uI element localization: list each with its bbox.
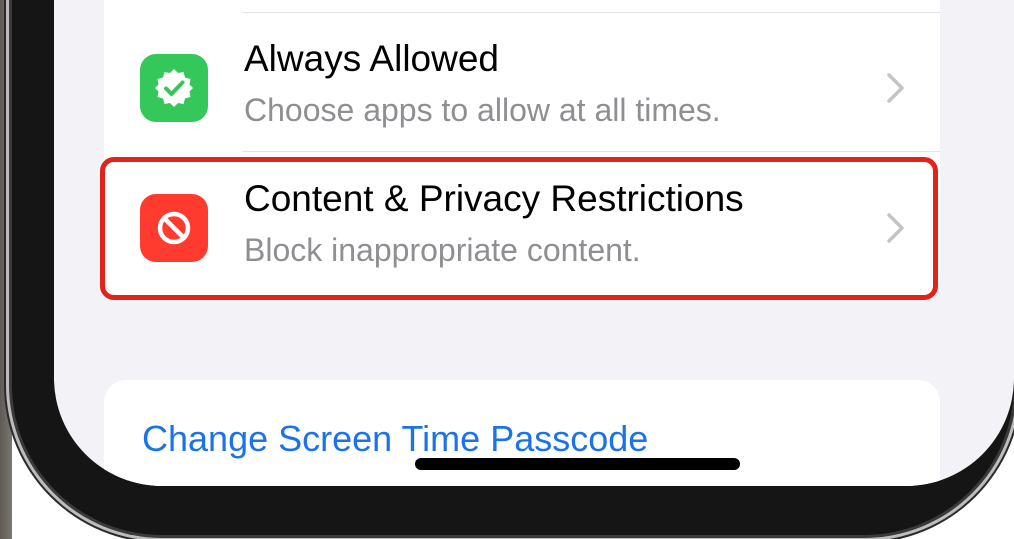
home-indicator[interactable]: [415, 458, 740, 470]
divider: [242, 151, 940, 152]
change-passcode-link[interactable]: Change Screen Time Passcode: [142, 418, 648, 460]
highlight-box: [100, 157, 938, 300]
row-subtitle: Choose apps to allow at all times.: [244, 92, 721, 128]
passcode-card: Change Screen Time Passcode: [104, 380, 940, 486]
always-allowed-row[interactable]: Always Allowed Choose apps to allow at a…: [104, 20, 940, 160]
divider: [242, 12, 940, 13]
chevron-right-icon: [887, 73, 904, 103]
checkmark-seal-icon: [140, 54, 208, 122]
row-title: Always Allowed: [244, 38, 500, 79]
background-left: [0, 0, 12, 539]
